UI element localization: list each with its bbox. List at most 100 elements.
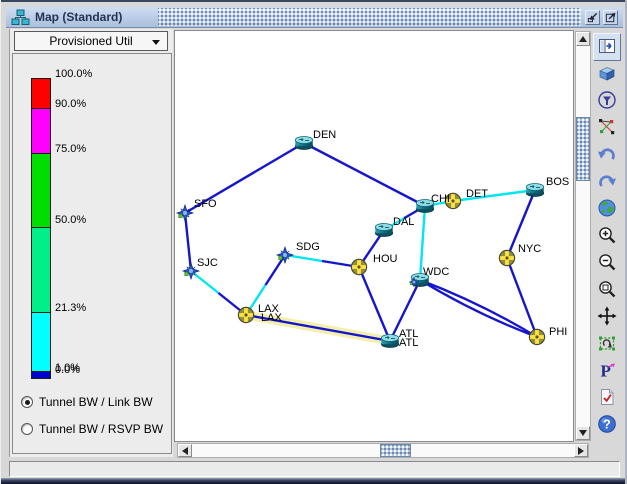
- horizontal-scrollbar[interactable]: [177, 443, 589, 458]
- radio-tunnel-bw-link-bw[interactable]: Tunnel BW / Link BW: [21, 394, 153, 410]
- help-button[interactable]: ?: [593, 412, 621, 439]
- radio-label: Tunnel BW / Link BW: [39, 395, 153, 409]
- node-label-HOU: HOU: [373, 253, 398, 265]
- legend-segment: [32, 313, 50, 372]
- node-NYC[interactable]: [498, 249, 516, 267]
- restore-window-button[interactable]: [585, 10, 600, 25]
- node-label-DET: DET: [466, 188, 488, 200]
- legend-segment: [32, 154, 50, 228]
- window-title: Map (Standard): [35, 10, 123, 24]
- util-mode-dropdown[interactable]: Provisioned Util: [14, 31, 168, 51]
- sitemap-icon: [11, 9, 30, 26]
- legend-tick-label: 100.0%: [55, 68, 93, 80]
- left-arrow-icon: [182, 446, 188, 455]
- node-label-SDG: SDG: [296, 241, 320, 253]
- map-canvas[interactable]: DEN SFO SJC SDG LAX LAX HOU DAL CHI DET BOS NYC WDC A…: [174, 30, 574, 442]
- undo-button[interactable]: [593, 142, 621, 169]
- toggle-map-panel-button[interactable]: [593, 33, 621, 61]
- vertical-scroll-thumb[interactable]: [576, 117, 590, 181]
- node-HOU[interactable]: [350, 258, 368, 276]
- maximize-window-button[interactable]: [603, 10, 618, 25]
- node-label-CHI: CHI: [431, 193, 450, 205]
- link-HOU-ATL[interactable]: [357, 266, 392, 342]
- link-SJC-LAX[interactable]: [190, 270, 220, 294]
- layers-button[interactable]: [593, 61, 621, 88]
- zoom-area-button[interactable]: [593, 277, 621, 304]
- node-label-WDC: WDC: [423, 266, 449, 278]
- titlebar-texture: [158, 8, 581, 26]
- letter-p-icon: P: [597, 360, 617, 383]
- doc-check-icon: [597, 387, 617, 410]
- radio-label: Tunnel BW / RSVP BW: [39, 422, 164, 436]
- rotate-selection-button[interactable]: [593, 331, 621, 358]
- rotate-box-icon: [597, 333, 617, 356]
- right-arrow-icon: [578, 446, 584, 455]
- node-DEN[interactable]: [294, 136, 314, 150]
- node-label-DAL: DAL: [393, 216, 414, 228]
- world-map-button[interactable]: [593, 196, 621, 223]
- scroll-right-button[interactable]: [574, 444, 588, 457]
- link-DEN-CHI[interactable]: [303, 141, 426, 208]
- zoom-out-button[interactable]: [593, 250, 621, 277]
- legend-color-bar: [31, 78, 51, 379]
- chevron-down-icon: [152, 40, 160, 45]
- pan-icon: [597, 306, 617, 329]
- scroll-left-button[interactable]: [178, 444, 192, 457]
- node-label-ATL-2: ATL: [399, 337, 418, 349]
- legend-sidebar: Provisioned Util 100.0% 90.0% 75.0% 50.0% 21…: [9, 29, 173, 457]
- node-SDG[interactable]: [275, 245, 295, 265]
- link-NYC-PHI[interactable]: [505, 257, 539, 338]
- status-bar: [9, 461, 620, 477]
- zoom-area-icon: [597, 279, 617, 302]
- graph-icon: [597, 117, 617, 140]
- node-ATL[interactable]: [380, 334, 400, 348]
- legend-segment: [32, 228, 50, 313]
- node-DAL[interactable]: [374, 223, 394, 237]
- util-mode-value: Provisioned Util: [49, 34, 133, 48]
- vertical-scrollbar[interactable]: [575, 31, 591, 441]
- node-BOS[interactable]: [525, 183, 545, 197]
- legend-segment: [32, 79, 50, 109]
- titlebar[interactable]: Map (Standard): [6, 7, 623, 28]
- zoom-out-icon: [597, 252, 617, 275]
- legend-tick-label: 75.0%: [55, 143, 87, 155]
- legend-segment: [32, 372, 50, 378]
- layout-button[interactable]: [593, 115, 621, 142]
- radio-button-icon[interactable]: [21, 396, 33, 408]
- node-LAX[interactable]: [237, 306, 255, 324]
- node-label-PHI: PHI: [549, 326, 567, 338]
- legend-tick-label: 21.3%: [55, 302, 87, 314]
- legend-tick-label: 50.0%: [55, 214, 87, 226]
- redo-icon: [597, 171, 617, 194]
- zoom-in-button[interactable]: [593, 223, 621, 250]
- legend-tick-label: 90.0%: [55, 98, 87, 110]
- legend-segment: [32, 109, 50, 154]
- radio-button-icon[interactable]: [21, 423, 33, 435]
- undo-icon: [597, 144, 617, 167]
- node-PHI[interactable]: [528, 328, 546, 346]
- up-arrow-icon: [579, 36, 587, 42]
- node-label-BOS: BOS: [546, 176, 569, 188]
- radio-tunnel-bw-rsvp-bw[interactable]: Tunnel BW / RSVP BW: [21, 421, 163, 437]
- node-label-SJC: SJC: [197, 257, 218, 269]
- scroll-up-button[interactable]: [576, 32, 590, 46]
- node-label-LAX-2: LAX: [261, 312, 282, 324]
- paths-button[interactable]: P: [593, 358, 621, 385]
- node-SFO[interactable]: [175, 203, 195, 223]
- funnel-circle-icon: [597, 90, 617, 113]
- globe-icon: [597, 198, 617, 221]
- node-label-DEN: DEN: [313, 129, 336, 141]
- scroll-down-button[interactable]: [576, 426, 590, 440]
- node-label-SFO: SFO: [194, 198, 217, 210]
- cube-icon: [597, 63, 617, 86]
- filter-button[interactable]: [593, 88, 621, 115]
- link-SFO-SJC[interactable]: [183, 212, 193, 272]
- node-label-NYC: NYC: [518, 243, 541, 255]
- pan-button[interactable]: [593, 304, 621, 331]
- redo-button[interactable]: [593, 169, 621, 196]
- report-button[interactable]: [593, 385, 621, 412]
- window-top-edge: [1, 0, 625, 2]
- horizontal-scroll-thumb[interactable]: [380, 444, 411, 457]
- help-icon: ?: [597, 414, 617, 437]
- window-controls: [585, 10, 618, 25]
